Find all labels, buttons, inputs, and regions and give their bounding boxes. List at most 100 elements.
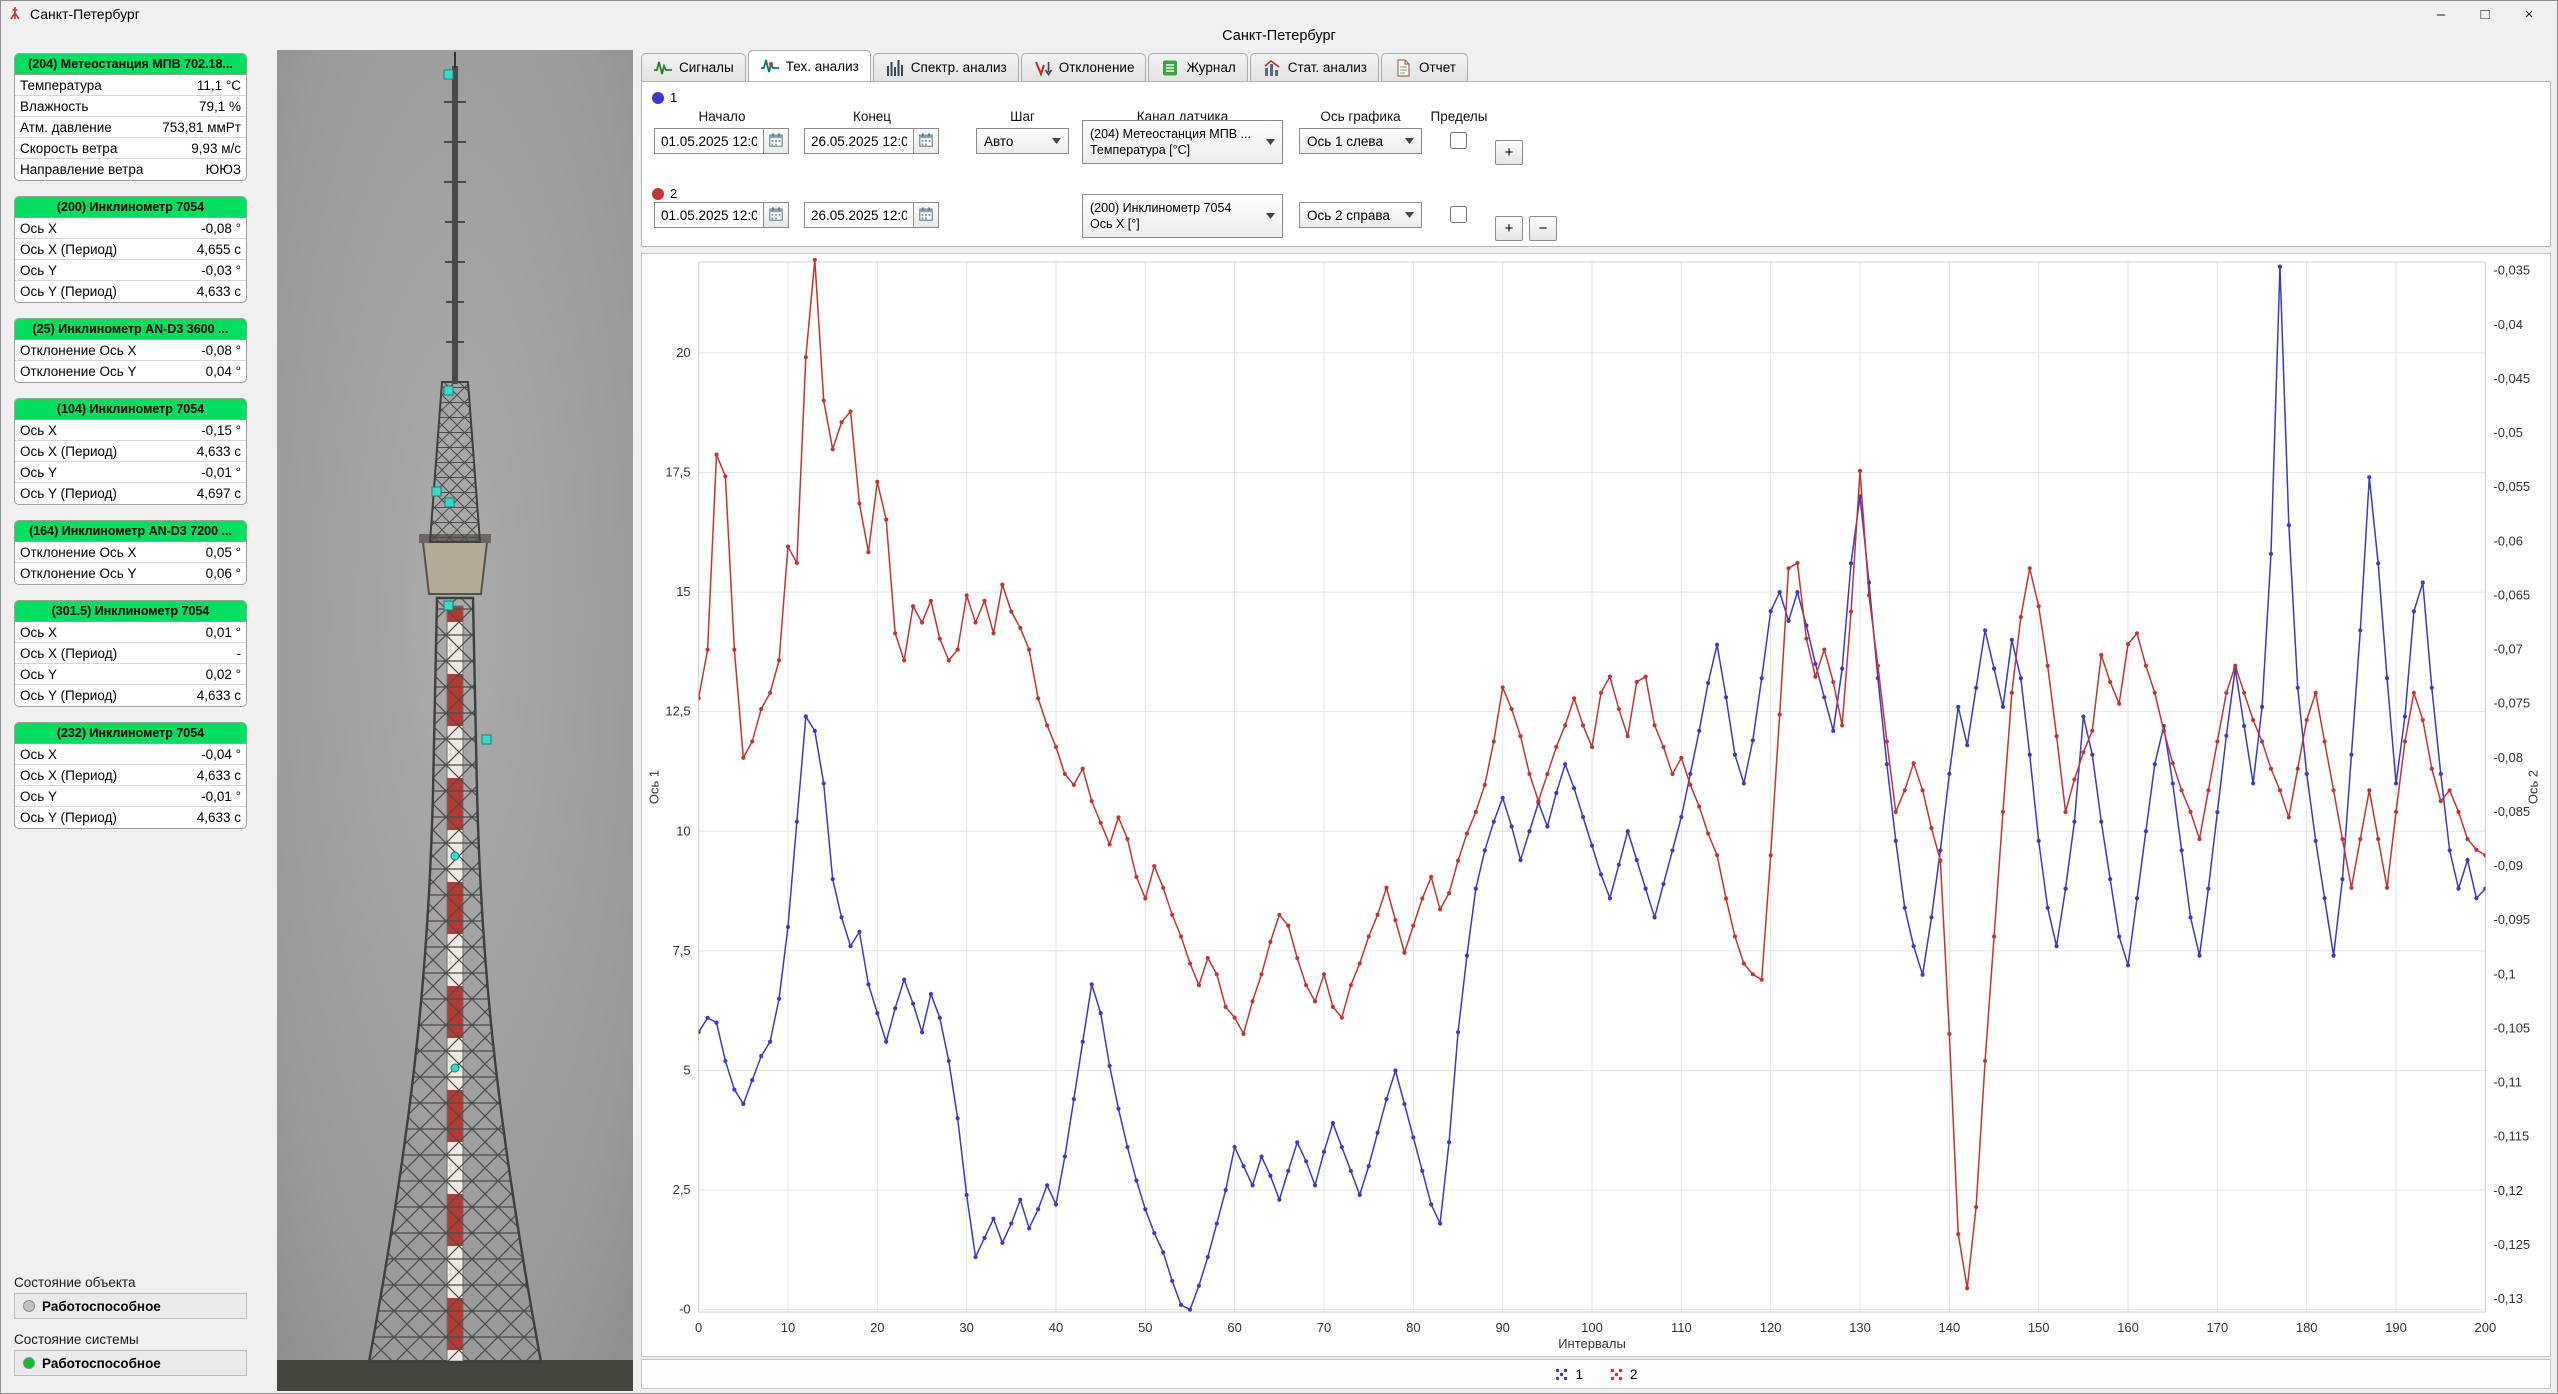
series-1-end-calendar-button[interactable] bbox=[913, 128, 939, 154]
add-series-button[interactable]: + bbox=[1495, 216, 1523, 241]
sensor-card-title[interactable]: (164) Инклинометр AN-D3 7200 ... bbox=[15, 521, 246, 542]
maximize-button[interactable]: □ bbox=[2463, 1, 2507, 27]
sensor-row: Скорость ветра9,93 м/с bbox=[15, 138, 246, 159]
series-1-channel-select[interactable]: (204) Метеостанция МПВ ... Температура [… bbox=[1082, 120, 1283, 164]
tab-spectrum-analysis[interactable]: Спектр. анализ bbox=[873, 53, 1019, 81]
object-status-box: Работоспособное bbox=[14, 1293, 247, 1319]
tab-tech-analysis[interactable]: Тех. анализ bbox=[748, 50, 871, 81]
series-2-channel-select[interactable]: (200) Инклинометр 7054 Ось X [°] bbox=[1082, 194, 1283, 238]
tab-label: Журнал bbox=[1186, 60, 1235, 75]
system-status-dot bbox=[23, 1357, 35, 1369]
series-2-tag: 2 bbox=[652, 186, 677, 201]
sensor-param-label: Отклонение Ось X bbox=[20, 545, 137, 560]
series-2-end-input[interactable] bbox=[804, 202, 914, 228]
sensor-card-title[interactable]: (25) Инклинометр AN-D3 3600 ... bbox=[15, 319, 246, 340]
tab-label: Сигналы bbox=[679, 60, 734, 75]
svg-text:20: 20 bbox=[870, 1320, 884, 1335]
series-1-limits-checkbox[interactable] bbox=[1450, 132, 1467, 149]
object-status-value: Работоспособное bbox=[42, 1299, 161, 1314]
chevron-down-icon bbox=[1405, 212, 1414, 218]
sensor-row: Отклонение Ось Y0,04 ° bbox=[15, 361, 246, 382]
sensor-row: Ось Y (Период)4,633 с bbox=[15, 281, 246, 302]
svg-text:-0,095: -0,095 bbox=[2493, 912, 2530, 927]
analysis-chart[interactable]: 0102030405060708090100110120130140150160… bbox=[642, 254, 2550, 1356]
start-label: Начало bbox=[654, 109, 790, 124]
series-1-start-calendar-button[interactable] bbox=[763, 128, 789, 154]
sensor-card-title[interactable]: (232) Инклинометр 7054 bbox=[15, 723, 246, 744]
sensor-card: (104) Инклинометр 7054Ось X-0,15 °Ось X … bbox=[14, 398, 247, 505]
sensor-card: (25) Инклинометр AN-D3 3600 ...Отклонени… bbox=[14, 318, 247, 383]
sensor-card-title[interactable]: (104) Инклинометр 7054 bbox=[15, 399, 246, 420]
series-1-channel-line2: Температура [°C] bbox=[1090, 142, 1251, 158]
series-2-axis-select[interactable]: Ось 2 справа bbox=[1299, 202, 1422, 228]
sensor-param-label: Влажность bbox=[20, 99, 88, 114]
sensor-param-value: 4,633 с bbox=[197, 810, 241, 825]
series-1-step-select[interactable]: Авто bbox=[976, 128, 1069, 154]
sensor-param-value: 4,655 с bbox=[197, 242, 241, 257]
series-1-end-input[interactable] bbox=[804, 128, 914, 154]
tab-label: Отчет bbox=[1419, 60, 1456, 75]
series-2-number: 2 bbox=[670, 186, 677, 201]
tab-label: Тех. анализ bbox=[786, 59, 859, 74]
calendar-icon bbox=[918, 206, 934, 225]
sensor-row: Ось Y 0,02 ° bbox=[15, 664, 246, 685]
sensor-row: Ось Y (Период)4,633 с bbox=[15, 685, 246, 706]
svg-text:60: 60 bbox=[1227, 1320, 1241, 1335]
svg-text:-0,065: -0,065 bbox=[2493, 587, 2530, 602]
sensor-param-value: 4,633 с bbox=[197, 284, 241, 299]
sensor-sidebar: (204) Метеостанция МПВ 702.18...Температ… bbox=[14, 53, 247, 1389]
sensor-param-label: Направление ветра bbox=[20, 162, 143, 177]
add-series-button[interactable]: + bbox=[1495, 140, 1523, 165]
series-2-start-input[interactable] bbox=[654, 202, 764, 228]
sensor-card-title[interactable]: (301.5) Инклинометр 7054 bbox=[15, 601, 246, 622]
sensor-card: (232) Инклинометр 7054Ось X-0,04 °Ось X … bbox=[14, 722, 247, 829]
svg-text:-0,13: -0,13 bbox=[2493, 1291, 2523, 1306]
sensor-param-label: Ось Y bbox=[20, 263, 57, 278]
sensor-param-label: Ось Y (Период) bbox=[20, 486, 117, 501]
sensor-row: Ось X0,01 ° bbox=[15, 622, 246, 643]
svg-text:-0,045: -0,045 bbox=[2493, 371, 2530, 386]
minimize-button[interactable]: – bbox=[2419, 1, 2463, 27]
svg-text:-0,085: -0,085 bbox=[2493, 804, 2530, 819]
sensor-param-label: Ось X (Период) bbox=[20, 646, 117, 661]
legend-item-1[interactable]: 1 bbox=[1554, 1367, 1583, 1382]
svg-text:100: 100 bbox=[1581, 1320, 1603, 1335]
series-2-limits-checkbox[interactable] bbox=[1450, 206, 1467, 223]
tab-deviation[interactable]: Отклонение bbox=[1021, 53, 1147, 81]
sensor-param-label: Ось Y (Период) bbox=[20, 810, 117, 825]
tab-journal[interactable]: Журнал bbox=[1148, 53, 1247, 81]
svg-text:-0: -0 bbox=[679, 1302, 691, 1317]
sensor-param-value: 9,93 м/с bbox=[191, 141, 241, 156]
svg-text:-0,12: -0,12 bbox=[2493, 1183, 2523, 1198]
tab-stat-analysis[interactable]: Стат. анализ bbox=[1250, 53, 1379, 81]
series-2-start-calendar-button[interactable] bbox=[763, 202, 789, 228]
series-1-start-input[interactable] bbox=[654, 128, 764, 154]
remove-series-button[interactable]: − bbox=[1529, 216, 1557, 241]
sensor-list: (204) Метеостанция МПВ 702.18...Температ… bbox=[14, 53, 247, 829]
system-status-label: Состояние системы bbox=[14, 1332, 247, 1347]
sensor-row: Ось X-0,15 ° bbox=[15, 420, 246, 441]
sensor-marker bbox=[444, 601, 453, 610]
sensor-param-value: 11,1 °C bbox=[197, 78, 241, 93]
sensor-param-label: Ось Y bbox=[20, 667, 57, 682]
sensor-card-title[interactable]: (200) Инклинометр 7054 bbox=[15, 197, 246, 218]
series-1-axis-select[interactable]: Ось 1 слева bbox=[1299, 128, 1422, 154]
series-2-axis-value: Ось 2 справа bbox=[1307, 208, 1390, 223]
sensor-param-label: Ось X (Период) bbox=[20, 242, 117, 257]
legend-item-2[interactable]: 2 bbox=[1609, 1367, 1638, 1382]
calendar-icon bbox=[918, 132, 934, 151]
sensor-card-title[interactable]: (204) Метеостанция МПВ 702.18... bbox=[15, 54, 246, 75]
right-axis-title: Ось 2 bbox=[2525, 770, 2540, 804]
chart[interactable]: 0102030405060708090100110120130140150160… bbox=[641, 253, 2551, 1357]
sensor-param-label: Атм. давление bbox=[20, 120, 112, 135]
sensor-row: Ось X (Период)4,633 с bbox=[15, 441, 246, 462]
svg-text:12,5: 12,5 bbox=[665, 704, 690, 719]
legend-marker-icon bbox=[1609, 1367, 1624, 1382]
sensor-param-label: Ось X (Период) bbox=[20, 768, 117, 783]
series-2-end-calendar-button[interactable] bbox=[913, 202, 939, 228]
sensor-row: Отклонение Ось X-0,08 ° bbox=[15, 340, 246, 361]
sensor-param-value: 0,02 ° bbox=[206, 667, 241, 682]
tab-signals[interactable]: Сигналы bbox=[641, 53, 746, 81]
close-button[interactable]: × bbox=[2507, 1, 2551, 27]
tab-report[interactable]: Отчет bbox=[1381, 53, 1468, 81]
